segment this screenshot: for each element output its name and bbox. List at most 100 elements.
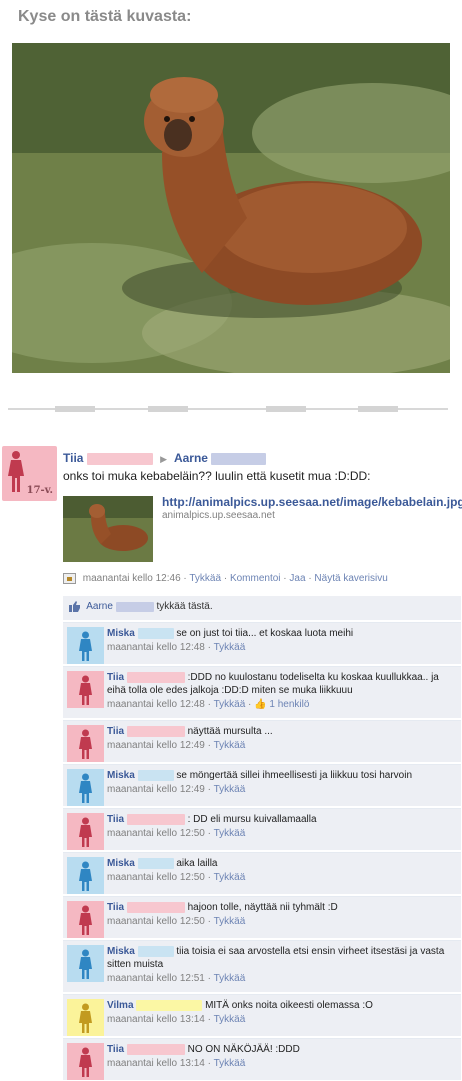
likes-bar: Aarne tykkää tästä. <box>63 596 461 620</box>
comment-link[interactable]: Kommentoi <box>230 573 281 584</box>
divider-segment <box>266 406 306 412</box>
comment-text: aika lailla <box>176 858 218 869</box>
alpaca-thumbnail-graphic <box>63 496 153 562</box>
commenter-avatar[interactable] <box>67 813 104 850</box>
divider-segment <box>148 406 188 412</box>
author-avatar[interactable]: 17-v. <box>2 446 57 501</box>
person-icon <box>79 949 92 979</box>
comment-like-link[interactable]: Tykkää <box>214 973 246 984</box>
comment-text: MITÄ onks noita oikeesti olemassa :O <box>205 1000 373 1011</box>
like-link[interactable]: Tykkää <box>189 573 221 584</box>
likes-suffix: tykkää tästä. <box>156 601 213 613</box>
commenter-avatar[interactable] <box>67 627 104 664</box>
comment-like-link[interactable]: Tykkää <box>214 642 246 653</box>
redacted-surname <box>126 1043 185 1055</box>
comment-time: maanantai kello 12:49 <box>107 740 205 751</box>
commenter-name[interactable]: Tiia <box>107 902 124 913</box>
commenter-avatar[interactable] <box>67 857 104 894</box>
redacted-surname <box>137 857 174 869</box>
commenter-name[interactable]: Tiia <box>107 726 124 737</box>
comment-like-link[interactable]: Tykkää <box>214 784 246 795</box>
redacted-surname <box>126 725 185 737</box>
comment-item: Tiia NO ON NÄKÖJÄÄ! :DDD maanantai kello … <box>63 1038 461 1080</box>
redacted-surname <box>137 627 174 639</box>
recipient-name[interactable]: Aarne <box>174 451 208 465</box>
age-badge: 17-v. <box>26 485 53 496</box>
comment-time: maanantai kello 12:48 <box>107 699 205 710</box>
comment-like-link[interactable]: Tykkää <box>214 872 246 883</box>
divider-segment <box>55 406 95 412</box>
alpaca-photo <box>12 43 450 373</box>
redacted-surname <box>211 452 267 465</box>
comment-text: se on just toi tiia... et koskaa luota m… <box>176 628 354 639</box>
commenter-name[interactable]: Tiia <box>107 1044 124 1055</box>
comment-text: NO ON NÄKÖJÄÄ! :DDD <box>187 1044 300 1055</box>
attachment-link[interactable]: http://animalpics.up.seesaa.net/image/ke… <box>162 495 462 509</box>
comment-like-link[interactable]: Tykkää <box>214 916 246 927</box>
commenter-avatar[interactable] <box>67 945 104 982</box>
comment-time: maanantai kello 13:14 <box>107 1058 205 1069</box>
person-icon <box>79 817 92 847</box>
redacted-surname <box>137 945 174 957</box>
commenter-avatar[interactable] <box>67 901 104 938</box>
commenter-avatar[interactable] <box>67 1043 104 1080</box>
divider-segment <box>358 406 398 412</box>
comment-like-link[interactable]: Tykkää <box>214 1058 246 1069</box>
comment-time: maanantai kello 12:50 <box>107 916 205 927</box>
commenter-avatar[interactable] <box>67 671 104 708</box>
comment-item: Tiia hajoon tolle, näyttää nii tyhmält :… <box>63 896 461 938</box>
author-name[interactable]: Tiia <box>63 451 83 465</box>
commenter-name[interactable]: Miska <box>107 770 135 781</box>
redacted-surname <box>137 769 174 781</box>
comment-item: Tiia :DDD no kuulostanu todeliselta ku k… <box>63 666 461 718</box>
comments-section: Aarne tykkää tästä. Miska se on just toi… <box>63 596 461 1081</box>
comment-time: maanantai kello 12:48 <box>107 642 205 653</box>
comment-item: Tiia näyttää mursulta ... maanantai kello… <box>63 720 461 762</box>
thumbs-up-icon <box>69 601 80 612</box>
person-icon <box>79 729 92 759</box>
commenter-avatar[interactable] <box>67 725 104 762</box>
commenter-name[interactable]: Tiia <box>107 672 124 683</box>
comment-time: maanantai kello 12:50 <box>107 828 205 839</box>
person-icon <box>79 773 92 803</box>
likes-count-text: 1 henkilö <box>269 699 310 710</box>
post-text: onks toi muka kebabeläin?? luulin että k… <box>63 469 371 483</box>
comment-time: maanantai kello 13:14 <box>107 1014 205 1025</box>
comment-time: maanantai kello 12:51 <box>107 973 205 984</box>
comment-text: se möngertää sillei ihmeellisesti ja lii… <box>176 770 413 781</box>
comment-item: Miska se möngertää sillei ihmeellisesti … <box>63 764 461 806</box>
post-header: Tiia ▶ Aarne <box>63 451 267 465</box>
redacted-surname <box>136 999 203 1011</box>
post-time[interactable]: maanantai kello 12:46 <box>83 573 181 584</box>
commenter-name[interactable]: Miska <box>107 628 135 639</box>
person-icon <box>79 1003 92 1033</box>
comment-text: hajoon tolle, näyttää nii tyhmält :D <box>187 902 338 913</box>
redacted-surname <box>126 671 185 683</box>
thumbs-up-icon: 👍 <box>254 699 267 710</box>
comment-like-link[interactable]: Tykkää <box>214 699 246 710</box>
commenter-avatar[interactable] <box>67 999 104 1036</box>
link-thumbnail[interactable] <box>63 496 153 562</box>
comment-text: näyttää mursulta ... <box>187 726 273 737</box>
comment-item: Miska se on just toi tiia... et koskaa l… <box>63 622 461 664</box>
share-link[interactable]: Jaa <box>289 573 305 584</box>
see-friendship-link[interactable]: Näytä kaverisivu <box>314 573 387 584</box>
comment-item: Miska tiia toisia ei saa arvostella etsi… <box>63 940 461 992</box>
comment-likes-count[interactable]: 👍 1 henkilö <box>254 699 309 710</box>
person-icon <box>79 861 92 891</box>
liker-name[interactable]: Aarne <box>86 601 113 612</box>
feed-story-icon <box>63 573 76 584</box>
arrow-right-icon: ▶ <box>160 454 168 464</box>
comment-text: : DD eli mursu kuivallamaalla <box>187 814 317 825</box>
commenter-name[interactable]: Miska <box>107 946 135 957</box>
comment-like-link[interactable]: Tykkää <box>214 740 246 751</box>
comment-item: Miska aika lailla maanantai kello 12:50 ·… <box>63 852 461 894</box>
commenter-avatar[interactable] <box>67 769 104 806</box>
commenter-name[interactable]: Vilma <box>107 1000 134 1011</box>
redacted-surname <box>126 901 185 913</box>
comment-like-link[interactable]: Tykkää <box>214 828 246 839</box>
comment-like-link[interactable]: Tykkää <box>214 1014 246 1025</box>
comment-time: maanantai kello 12:49 <box>107 784 205 795</box>
commenter-name[interactable]: Tiia <box>107 814 124 825</box>
commenter-name[interactable]: Miska <box>107 858 135 869</box>
